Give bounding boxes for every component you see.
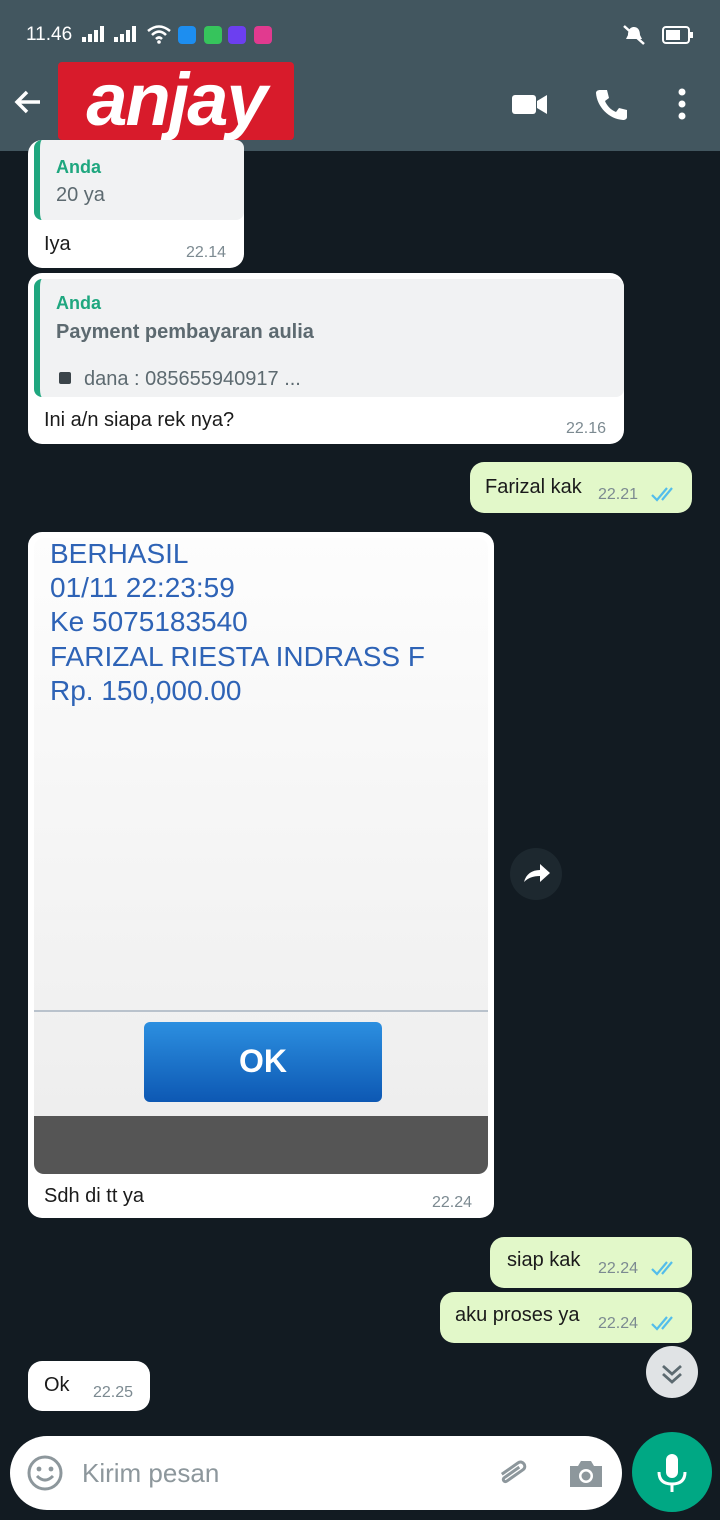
voice-message-button[interactable] [632, 1432, 712, 1512]
message-time: 22.14 [186, 244, 227, 261]
camera-icon[interactable] [566, 1454, 606, 1494]
message-text: aku proses ya [455, 1304, 580, 1326]
read-ticks-icon [651, 487, 673, 502]
forward-button[interactable] [510, 848, 562, 900]
wifi-icon [147, 25, 171, 44]
phone-icon[interactable] [594, 86, 630, 122]
signal-icon [82, 26, 104, 42]
message-caption: Sdh di tt ya [44, 1185, 145, 1207]
message-text: Ok [44, 1374, 70, 1396]
message-time: 22.16 [566, 420, 607, 437]
mute-bell-icon [623, 25, 645, 45]
battery-icon [662, 26, 693, 44]
message-bubble-outgoing[interactable]: siap kak 22.24 [490, 1237, 692, 1288]
canva-app-icon [228, 26, 246, 44]
attach-icon[interactable] [492, 1454, 532, 1494]
quote-author: Anda [56, 157, 101, 177]
message-composer[interactable]: Kirim pesan [10, 1436, 622, 1510]
quote-text: 20 ya [56, 184, 105, 206]
message-text: Ini a/n siapa rek nya? [44, 409, 235, 431]
message-bubble-incoming[interactable]: Anda 20 ya Iya 22.14 [28, 140, 244, 268]
signal-icon-2 [114, 26, 136, 42]
receipt-divider [34, 1010, 488, 1012]
message-time: 22.24 [598, 1315, 639, 1332]
receipt-datetime: 01/11 22:23:59 [50, 572, 235, 603]
back-arrow-icon[interactable] [10, 84, 46, 120]
message-bubble-incoming[interactable]: Ok 22.25 [28, 1361, 150, 1411]
receipt-screen: BERHASIL 01/11 22:23:59 Ke 5075183540 FA… [34, 538, 488, 1116]
message-time: 22.24 [598, 1260, 639, 1277]
quoted-message[interactable]: Anda Payment pembayaran aulia dana : 085… [34, 279, 624, 397]
receipt-status: BERHASIL [50, 538, 189, 569]
chat-app-icon [204, 26, 222, 44]
app-header: 11.46 anjay [0, 0, 720, 151]
message-text: Iya [44, 233, 71, 255]
receipt-bottom-strip [34, 1116, 488, 1174]
document-icon [59, 372, 71, 384]
quote-title: Payment pembayaran aulia [56, 321, 314, 343]
message-text: siap kak [507, 1249, 581, 1271]
quoted-message[interactable]: Anda 20 ya [34, 140, 244, 220]
read-ticks-icon [651, 1261, 673, 1276]
notification-app-icon [178, 26, 196, 44]
quote-text: dana : 085655940917 ... [84, 368, 301, 390]
scroll-to-bottom-button[interactable] [646, 1346, 698, 1398]
microphone-icon [657, 1454, 687, 1492]
receipt-recipient: FARIZAL RIESTA INDRASS F [50, 641, 425, 672]
more-vert-icon[interactable] [664, 86, 700, 122]
quote-author: Anda [56, 293, 101, 313]
read-ticks-icon [651, 1316, 673, 1331]
message-time: 22.24 [432, 1194, 473, 1211]
receipt-account: Ke 5075183540 [50, 606, 248, 637]
instagram-icon [254, 26, 272, 44]
video-call-icon[interactable] [512, 86, 548, 122]
contact-avatar-logo[interactable]: anjay [58, 62, 294, 140]
message-time: 22.25 [93, 1384, 134, 1401]
double-chevron-down-icon [662, 1364, 682, 1384]
message-bubble-outgoing[interactable]: Farizal kak 22.21 [470, 462, 692, 513]
message-input-placeholder[interactable]: Kirim pesan [82, 1458, 219, 1489]
emoji-icon[interactable] [26, 1454, 64, 1492]
message-bubble-incoming[interactable]: Anda Payment pembayaran aulia dana : 085… [28, 273, 624, 444]
status-time: 11.46 [26, 24, 73, 45]
forward-icon [524, 864, 550, 882]
receipt-amount: Rp. 150,000.00 [50, 675, 242, 706]
message-text: Farizal kak [485, 476, 582, 498]
receipt-ok-button: OK [144, 1022, 382, 1102]
transfer-receipt-image[interactable]: BERHASIL 01/11 22:23:59 Ke 5075183540 FA… [34, 538, 488, 1174]
message-time: 22.21 [598, 486, 639, 503]
message-bubble-outgoing[interactable]: aku proses ya 22.24 [440, 1292, 692, 1343]
